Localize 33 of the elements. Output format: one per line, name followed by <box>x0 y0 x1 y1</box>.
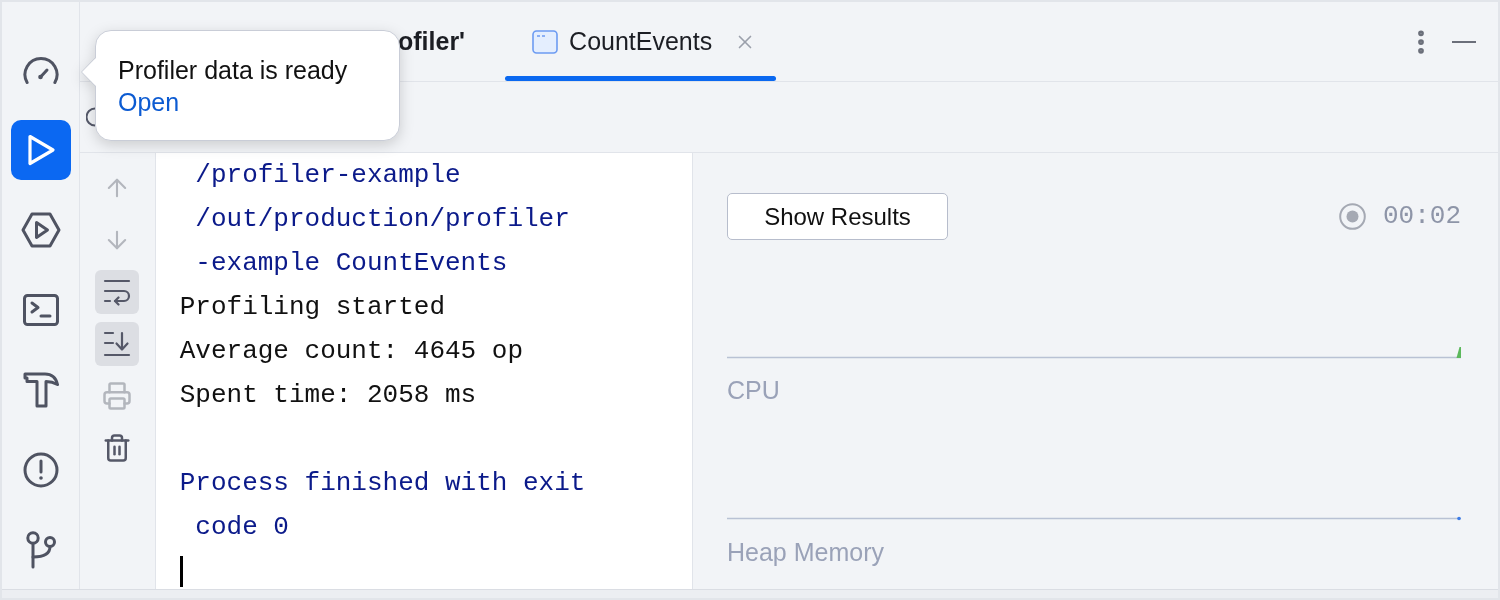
git-branch-icon <box>25 531 56 569</box>
hexagon-play-icon <box>20 212 61 248</box>
gauge-icon <box>21 56 60 84</box>
play-icon <box>25 133 56 167</box>
sidebar-button[interactable] <box>10 120 71 180</box>
text-cursor <box>179 556 183 587</box>
console-line: /profiler-example <box>194 159 461 192</box>
printer-icon <box>102 381 133 411</box>
console-line: Average count: 4645 op <box>179 335 523 368</box>
elapsed-time: 00:02 <box>1383 200 1461 233</box>
graph-label: Heap Memory <box>727 537 884 567</box>
console-tool-button[interactable] <box>95 270 140 314</box>
tab[interactable]: CountEvents <box>505 2 777 81</box>
console-line: Spent time: 2058 ms <box>179 379 477 412</box>
console-line: -example CountEvents <box>194 247 508 280</box>
window-icon <box>532 29 559 54</box>
console-line: Process finished with exit <box>179 467 586 500</box>
console-tool-button[interactable] <box>95 322 140 366</box>
tab[interactable]: ofiler' <box>398 2 466 81</box>
soft-wrap-icon <box>103 278 132 306</box>
scroll-to-end-icon <box>103 331 132 357</box>
console-line: /out/production/profiler <box>194 203 570 236</box>
notification-message: Profiler data is ready <box>118 55 348 86</box>
console-line: code 0 <box>194 511 289 544</box>
show-results-button[interactable]: Show Results <box>727 193 948 240</box>
record-icon <box>1339 203 1366 230</box>
exclamation-circle-icon <box>22 452 59 488</box>
hammer-icon <box>22 372 59 408</box>
console-line: Profiling started <box>179 291 445 324</box>
terminal-icon <box>22 294 59 326</box>
graph-label: CPU <box>727 375 780 405</box>
open-link[interactable]: Open <box>118 86 180 118</box>
minimize-icon[interactable] <box>1452 39 1476 44</box>
